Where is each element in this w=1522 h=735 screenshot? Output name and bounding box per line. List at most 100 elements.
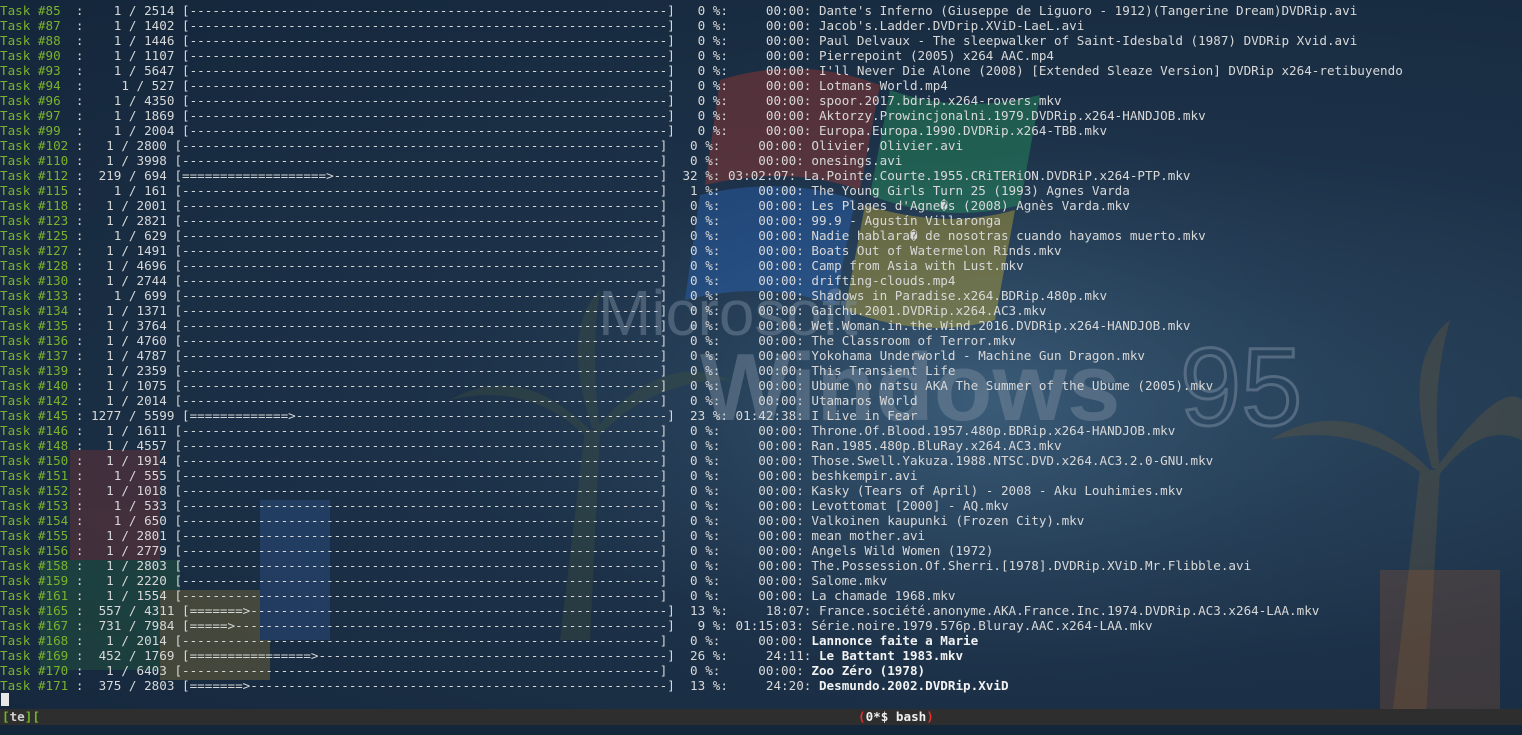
tmux-session-indicator[interactable]: [te][ [2,709,40,725]
task-id: Task #90 [0,48,61,63]
task-progress-bar: [=======>-------------------------------… [182,678,675,693]
task-progress-bar: [---------------------------------------… [174,378,668,393]
task-filename: Série.noire.1979.576p.Bluray.AAC.x264-LA… [811,618,1153,633]
task-row: Task #169 : 452 / 1769 [================… [0,648,964,663]
task-filename: mean mother.avi [811,528,926,543]
task-row: Task #136 : 1 / 4760 [------------------… [0,333,1017,348]
task-progress-bar: [---------------------------------------… [174,363,668,378]
tmux-window-tab[interactable]: (0*$ bash) [858,709,934,725]
task-percent: 0 %: [674,138,721,153]
task-filename: Boats Out of Watermelon Rinds.mkv [811,243,1062,258]
task-filename: Nadie hablara� de nosotras cuando hayamo… [811,228,1206,243]
terminal-bottom-padding [0,725,1522,735]
task-eta: 00:00: [727,588,804,603]
task-eta: 00:00: [727,393,804,408]
task-progress-count: 1 / 527 [91,78,175,93]
task-progress-bar: [---------------------------------------… [174,333,668,348]
task-percent: 0 %: [674,303,721,318]
task-progress-bar: [---------------------------------------… [174,228,668,243]
task-progress-count: 1 / 2014 [91,633,167,648]
task-percent: 0 %: [674,423,721,438]
task-progress-count: 1 / 1914 [91,453,167,468]
task-progress-bar: [---------------------------------------… [174,393,668,408]
task-progress-count: 1 / 4350 [91,93,175,108]
task-progress-count: 1 / 4696 [91,258,167,273]
task-id: Task #85 [0,3,61,18]
task-progress-count: 1 / 161 [91,183,167,198]
task-progress-bar: [---------------------------------------… [174,438,668,453]
task-eta: 00:00: [727,228,804,243]
task-progress-count: 219 / 694 [91,168,167,183]
task-progress-bar: [---------------------------------------… [174,198,668,213]
task-percent: 13 %: [682,603,728,618]
task-eta: 00:00: [727,318,804,333]
task-eta: 00:00: [735,108,812,123]
task-filename: Camp from Asia with Lust.mkv [811,258,1024,273]
task-progress-bar: [---------------------------------------… [182,63,675,78]
task-eta: 18:07: [735,603,812,618]
task-id: Task #97 [0,108,61,123]
task-id: Task #158 [0,558,69,573]
task-id: Task #153 [0,498,69,513]
task-filename: Kasky (Tears of April) - 2008 - Aku Louh… [811,483,1183,498]
task-eta: 00:00: [727,288,804,303]
task-percent: 0 %: [674,228,721,243]
task-progress-count: 1 / 2514 [91,3,175,18]
task-progress-count: 1 / 533 [91,498,167,513]
terminal-cursor [1,693,9,706]
task-progress-count: 1 / 1371 [91,303,167,318]
task-progress-count: 731 / 7984 [91,618,175,633]
tmux-window-name: 0*$ bash [865,709,927,724]
task-eta: 00:00: [727,528,804,543]
task-filename: Gaichu.2001.DVDRip.x264.AC3.mkv [811,303,1047,318]
task-id: Task #99 [0,123,61,138]
task-id: Task #140 [0,378,69,393]
task-row: Task #133 : 1 / 699 [-------------------… [0,288,1108,303]
task-progress-count: 1 / 4760 [91,333,167,348]
task-row: Task #88 : 1 / 1446 [-------------------… [0,33,1358,48]
task-id: Task #154 [0,513,69,528]
task-progress-count: 1 / 1018 [91,483,167,498]
task-id: Task #152 [0,483,69,498]
task-percent: 0 %: [682,108,728,123]
task-row: Task #140 : 1 / 1075 [------------------… [0,378,1214,393]
task-percent: 0 %: [682,123,728,138]
task-id: Task #137 [0,348,69,363]
task-progress-count: 375 / 2803 [91,678,175,693]
task-row: Task #127 : 1 / 1491 [------------------… [0,243,1062,258]
task-eta: 00:00: [727,303,804,318]
task-eta: 00:00: [727,498,804,513]
task-percent: 0 %: [674,153,721,168]
task-filename: The Young Girls Turn 25 (1993) Agnes Var… [811,183,1130,198]
task-filename: Les Plages d'Agne�s (2008) Agnès Varda.m… [811,198,1130,213]
task-filename: drifting-clouds.mp4 [811,273,956,288]
task-row: Task #159 : 1 / 2220 [------------------… [0,573,888,588]
task-progress-count: 1 / 4787 [91,348,167,363]
task-progress-bar: [===================>-------------------… [174,168,668,183]
task-progress-bar: [---------------------------------------… [174,498,668,513]
task-percent: 0 %: [674,318,721,333]
task-percent: 0 %: [682,33,728,48]
terminal-output: Task #85 : 1 / 2514 [-------------------… [0,3,1522,708]
task-percent: 0 %: [674,213,721,228]
task-row: Task #153 : 1 / 533 [-------------------… [0,498,1009,513]
task-percent: 23 %: [682,408,728,423]
task-filename: Utamaros World [811,393,918,408]
task-progress-count: 1 / 2004 [91,123,175,138]
task-id: Task #168 [0,633,69,648]
task-row: Task #152 : 1 / 1018 [------------------… [0,483,1183,498]
task-row: Task #93 : 1 / 5647 [-------------------… [0,63,1403,78]
task-progress-count: 1 / 2744 [91,273,167,288]
task-percent: 0 %: [674,273,721,288]
task-row: Task #99 : 1 / 2004 [-------------------… [0,123,1108,138]
task-id: Task #167 [0,618,69,633]
task-percent: 26 %: [682,648,728,663]
task-progress-bar: [---------------------------------------… [174,528,668,543]
task-id: Task #123 [0,213,69,228]
task-row: Task #97 : 1 / 1869 [-------------------… [0,108,1206,123]
task-filename: Dante's Inferno (Giuseppe de Liguoro - 1… [818,3,1358,18]
task-filename: Ubume no natsu AKA The Summer of the Ubu… [811,378,1214,393]
task-row: Task #161 : 1 / 1554 [------------------… [0,588,956,603]
task-percent: 0 %: [674,243,721,258]
task-id: Task #125 [0,228,69,243]
